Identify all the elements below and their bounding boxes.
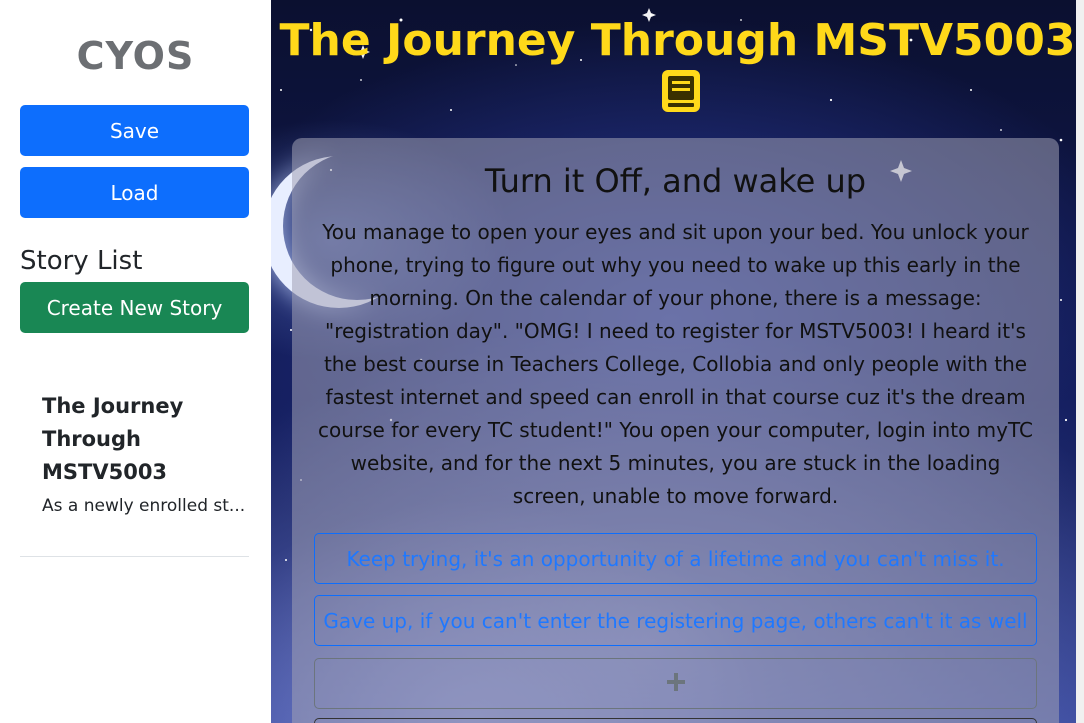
book-icon	[660, 68, 704, 127]
story-title: The Journey Through MSTV5003	[271, 14, 1084, 127]
story-title-text: The Journey Through MSTV5003	[279, 15, 1076, 66]
node-title: Turn it Off, and wake up	[484, 162, 867, 200]
save-button[interactable]: Save	[20, 105, 249, 156]
next-control-edge[interactable]	[314, 718, 1037, 723]
create-new-story-button[interactable]: Create New Story	[20, 282, 249, 333]
scrollbar[interactable]	[1076, 0, 1084, 723]
brand-logo: CYOS	[76, 34, 195, 78]
sidebar: CYOS Save Load Story List Create New Sto…	[0, 0, 271, 723]
story-item-title: The Journey Through MSTV5003	[42, 394, 184, 484]
story-node-panel: Turn it Off, and wake up You manage to o…	[292, 138, 1059, 723]
add-choice-button[interactable]	[314, 658, 1037, 709]
plus-icon	[665, 671, 687, 697]
node-text: You manage to open your eyes and sit upo…	[318, 220, 1033, 508]
story-item-description: As a newly enrolled st...	[42, 496, 246, 516]
choice-button[interactable]: Keep trying, it's an opportunity of a li…	[314, 533, 1037, 584]
load-button[interactable]: Load	[20, 167, 249, 218]
story-view: The Journey Through MSTV5003 Turn it Off…	[271, 0, 1084, 723]
choice-button[interactable]: Gave up, if you can't enter the register…	[314, 595, 1037, 646]
story-list-item[interactable]: The Journey Through MSTV5003 As a newly …	[20, 386, 249, 557]
story-list-heading: Story List	[20, 246, 143, 276]
